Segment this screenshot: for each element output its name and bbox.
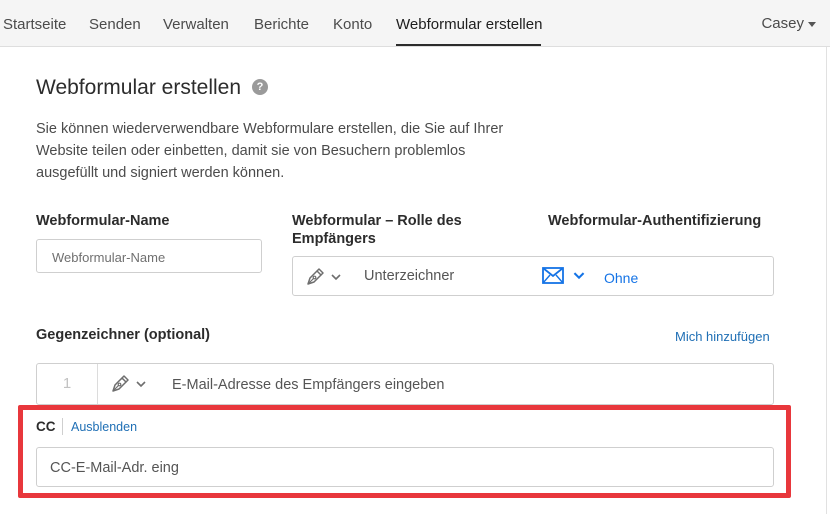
chevron-down-icon[interactable] (331, 274, 341, 281)
user-menu[interactable]: Casey (761, 15, 816, 32)
cc-email-field[interactable] (36, 447, 774, 487)
nav-manage[interactable]: Verwalten (163, 16, 229, 34)
webform-name-label: Webformular-Name (36, 213, 170, 229)
help-icon[interactable]: ? (252, 79, 268, 95)
countersigner-label: Gegenzeichner (optional) (36, 327, 211, 343)
countersigner-email-input[interactable] (170, 364, 754, 406)
cc-email-input[interactable] (48, 449, 752, 487)
add-me-link[interactable]: Mich hinzufügen (675, 329, 770, 344)
active-tab-indicator (396, 44, 541, 46)
recipient-role-label: Webformular – Rolle des Empfängers (292, 213, 462, 247)
authentication-value[interactable]: Ohne (604, 270, 638, 286)
nav-reports[interactable]: Berichte (254, 16, 309, 34)
nav-send[interactable]: Senden (89, 16, 141, 34)
countersigner-number: 1 (37, 364, 98, 404)
authentication-label: Webformular-Authentifizierung (548, 213, 762, 229)
role-auth-selector: Unterzeichner Ohne (292, 256, 774, 296)
user-name: Casey (761, 15, 804, 32)
caret-down-icon (808, 21, 816, 27)
nav-home[interactable]: Startseite (3, 16, 66, 34)
webform-name-input[interactable] (50, 241, 254, 273)
nav-account[interactable]: Konto (333, 16, 372, 34)
page-title: Webformular erstellen (36, 76, 242, 99)
cc-hide-link[interactable]: Ausblenden (71, 420, 137, 434)
webform-name-field[interactable] (36, 239, 262, 273)
recipient-role-value[interactable]: Unterzeichner (364, 268, 454, 284)
nav-create-webform[interactable]: Webformular erstellen (396, 16, 542, 34)
pen-icon[interactable] (110, 374, 130, 394)
email-icon[interactable] (542, 267, 564, 284)
page-edge-divider (826, 47, 827, 514)
page-description: Sie können wiederverwendbare Webformular… (36, 121, 504, 181)
chevron-down-icon[interactable] (573, 272, 585, 280)
cc-label: CC (36, 419, 56, 434)
top-navigation: Startseite Senden Verwalten Berichte Kon… (0, 0, 830, 47)
chevron-down-icon[interactable] (136, 381, 146, 388)
pen-icon[interactable] (305, 267, 325, 287)
countersigner-row: 1 (36, 363, 774, 406)
cc-divider (62, 418, 63, 435)
